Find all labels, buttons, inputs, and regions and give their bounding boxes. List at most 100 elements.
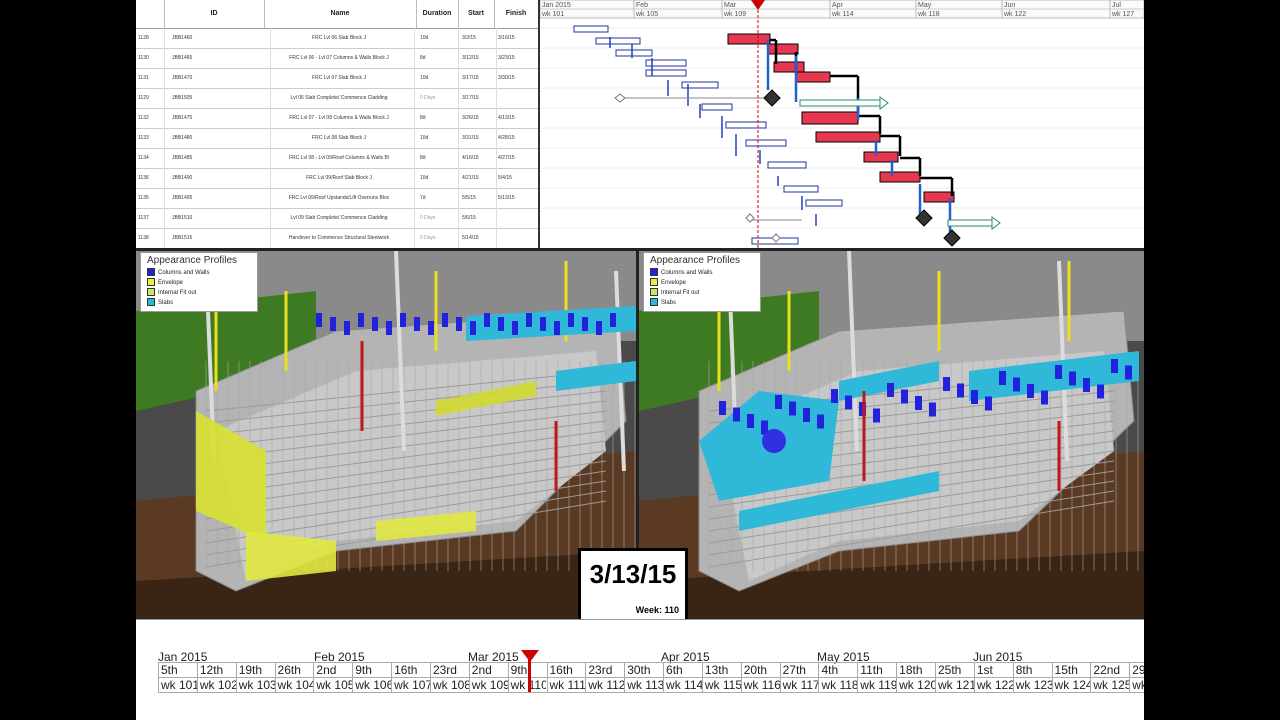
timeline-day-cell[interactable]: 13th [701,663,741,677]
timeline-day-cell[interactable]: 5th [158,663,197,677]
timeline-day-cell[interactable]: 6th [663,663,702,677]
model-viewport-left[interactable]: Appearance Profiles Columns and Walls En… [136,251,639,619]
table-cell-id: JBB1515 [164,228,271,248]
column-block [1027,384,1034,398]
timeline-day-cell[interactable]: 19th [235,663,275,677]
gantt-arrow-icon [879,96,889,110]
timeline-day-cell[interactable]: 20th [740,663,780,677]
table-row[interactable]: 1131 JBB1470 FRC Lvl 07 Slab Block J 10d 3/1… [136,68,543,89]
table-row[interactable]: 1129 JBB1505 Lvl 06 Slab Complete/ Commenc… [136,88,543,109]
timeline-day-cell[interactable]: 2nd [313,663,352,677]
column-block [596,321,602,335]
table-cell-start: 5/5/15 [458,188,497,208]
table-row[interactable]: 1134 JBB1485 FRC Lvl 08 - Lvl 09/Roof Colu… [136,148,543,169]
gantt-week-label: wk 127 [1111,11,1134,18]
header-start[interactable]: Start [458,0,495,28]
table-cell-row: 1135 [136,188,165,208]
header-id[interactable]: ID [164,0,265,28]
timeline-week-cell[interactable]: wk 108 [429,678,469,692]
gantt-month-label: May [918,2,932,9]
timeline-day-cell[interactable]: 26th [274,663,314,677]
timeline-week-cell[interactable]: wk 117 [779,678,818,692]
column-block [372,317,378,331]
table-cell-row: 1134 [136,148,165,168]
column-block [887,383,894,397]
timeline-week-cell[interactable]: wk 105 [313,678,352,692]
timeline-day-cell[interactable]: 27th [779,663,819,677]
column-block [498,317,504,331]
swatch-columns [147,268,155,277]
timeline-day-cell[interactable]: 22nd [1090,663,1129,677]
column-block [456,317,462,331]
gantt-active-bar [773,61,805,73]
timeline-week-cell[interactable]: wk 114 [663,678,702,692]
timeline-day-cell[interactable]: 11th [857,663,896,677]
timeline-week-cell[interactable]: wk 112 [585,678,624,692]
gantt-planned-bar [767,161,807,169]
current-date: 3/13/15 [589,559,677,589]
timeline-week-cell[interactable]: wk 107 [391,678,430,692]
timeline-week-cell[interactable]: wk 125 [1090,678,1129,692]
table-row[interactable]: 1133 JBB1480 FRC Lvl 08 Slab Block J 10d 3/3… [136,128,543,149]
timeline-day-cell[interactable]: 12th [196,663,236,677]
timeline-day-cell[interactable]: 18th [896,663,935,677]
timeline-day-cell[interactable]: 15th [1051,663,1091,677]
column-block [1083,378,1090,392]
header-duration[interactable]: Duration [416,0,459,28]
timeline-day-cell[interactable]: 4th [818,663,857,677]
timeline-days-row: 5th 12th 19th 26th 2nd 9th 16th 23rd 2nd 9th 16th 2… [158,662,1144,677]
gantt-chart[interactable]: Jan 2015 Feb Mar Apr May Jun Jul wk 101 wk 105 wk… [540,0,1144,248]
table-row[interactable]: 1135 JBB1495 FRC Lvl 09/Roof Upstands/Lift… [136,188,543,209]
timeline-day-cell[interactable]: 16th [546,663,586,677]
timeline-day-cell[interactable]: 8th [1012,663,1052,677]
timeline-week-cell[interactable]: wk 109 [468,678,508,692]
appearance-legend-right: Appearance Profiles Columns and Walls En… [643,252,761,312]
gantt-active-bar [727,33,771,45]
table-row[interactable]: 1138 JBB1515 Handover to Commence Structur… [136,228,543,249]
model-viewport-right[interactable]: Appearance Profiles Columns and Walls En… [639,251,1144,619]
timeline-day-cell[interactable]: 23rd [585,663,624,677]
header-row-number[interactable] [136,0,165,28]
legend-title: Appearance Profiles [650,255,741,266]
timeline-day-cell[interactable]: 2nd [468,663,508,677]
table-row[interactable]: 1128 JBB1460 FRC Lvl 06 Slab Block J 10d 3/3… [136,28,543,49]
column-block [817,414,824,429]
table-row[interactable]: 1137 JBB1510 Lvl 09 Slab Complete/ Commenc… [136,208,543,229]
gantt-canvas: Jan 2015 Feb Mar Apr May Jun Jul wk 101 wk 105 wk… [540,0,1144,248]
timeline-week-cell[interactable]: wk 122 [973,678,1013,692]
timeline-week-cell[interactable]: wk 115 [701,678,741,692]
timeline-day-cell[interactable]: 16th [391,663,430,677]
table-row[interactable]: 1132 JBB1475 FRC Lvl 07 - Lvl 08 Columns &… [136,108,543,129]
timeline-week-cell[interactable]: wk 123 [1012,678,1052,692]
timeline-week-cell[interactable]: wk 121 [935,678,974,692]
timeline-week-cell[interactable]: wk 119 [857,678,896,692]
timeline-day-cell[interactable]: 25th [935,663,974,677]
column-block [1111,359,1118,373]
timeline-week-cell[interactable]: wk 118 [818,678,857,692]
timeline-slider[interactable]: Jan 2015 Feb 2015 Mar 2015 Apr 2015 May 2015… [136,619,1144,720]
timeline-week-cell[interactable]: wk 124 [1051,678,1090,692]
timeline-playhead-icon[interactable] [521,650,539,662]
timeline-week-cell[interactable]: wk 126 [1129,678,1144,692]
timeline-day-cell[interactable]: 30th [624,663,663,677]
timeline-week-cell[interactable]: wk 104 [274,678,313,692]
table-row[interactable]: 1130 JBB1465 FRC Lvl 06 - Lvl 07 Columns &… [136,48,543,69]
timeline-week-cell[interactable]: wk 102 [196,678,236,692]
table-row[interactable]: 1136 JBB1490 FRC Lvl 09/Roof Slab Block J1… [136,168,543,189]
header-finish[interactable]: Finish [494,0,538,28]
timeline-week-cell[interactable]: wk 106 [352,678,391,692]
timeline-day-cell[interactable]: 1st [973,663,1013,677]
timeline-week-cell[interactable]: wk 116 [740,678,780,692]
header-name[interactable]: Name [264,0,417,28]
column-block [1041,390,1048,405]
timeline-week-cell[interactable]: wk 120 [896,678,935,692]
timeline-week-cell[interactable]: wk 101 [158,678,197,692]
timeline-day-cell[interactable]: 29th [1129,663,1144,677]
timeline-day-cell[interactable]: 23rd [429,663,469,677]
timeline-week-cell[interactable]: wk 103 [235,678,275,692]
legend-item-columns: Columns and Walls [644,268,760,278]
timeline-week-cell[interactable]: wk 111 [546,678,585,692]
gantt-week-label: wk 109 [723,11,746,18]
timeline-week-cell[interactable]: wk 113 [624,678,663,692]
timeline-day-cell[interactable]: 9th [352,663,391,677]
